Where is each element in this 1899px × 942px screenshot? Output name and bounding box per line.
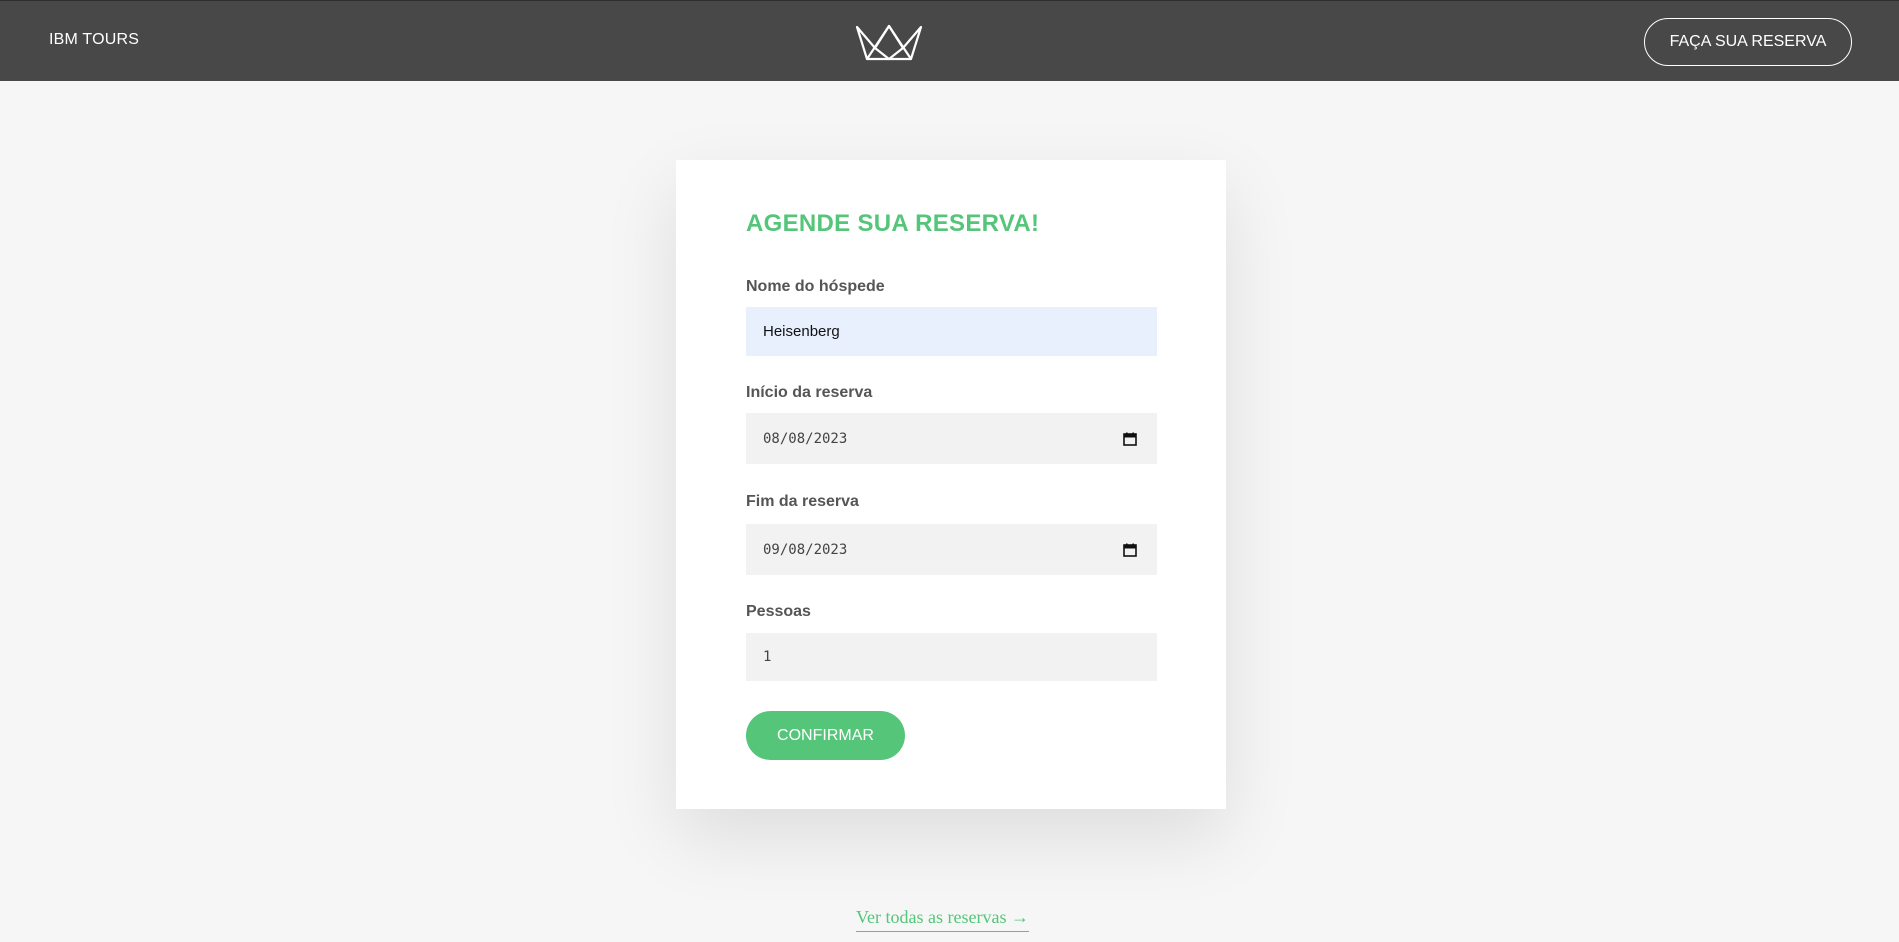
guest-name-label: Nome do hóspede: [746, 278, 885, 295]
start-date-value: 08/08/2023: [763, 430, 848, 447]
calendar-icon[interactable]: [1123, 432, 1137, 446]
end-date-input[interactable]: 09/08/2023: [746, 524, 1157, 575]
start-date-label: Início da reserva: [746, 384, 873, 401]
confirm-button[interactable]: CONFIRMAR: [746, 711, 905, 760]
brand-name[interactable]: IBM TOURS: [49, 31, 139, 49]
make-reservation-button[interactable]: FAÇA SUA RESERVA: [1644, 18, 1852, 66]
top-navbar: IBM TOURS FAÇA SUA RESERVA: [0, 0, 1899, 81]
form-title: AGENDE SUA RESERVA!: [746, 210, 1040, 237]
people-value: 1: [763, 649, 772, 665]
view-all-reservations-link[interactable]: Ver todas as reservas →: [856, 907, 1029, 932]
calendar-icon[interactable]: [1123, 543, 1137, 557]
end-date-value: 09/08/2023: [763, 541, 848, 558]
crown-icon[interactable]: [855, 24, 923, 61]
reservation-card: AGENDE SUA RESERVA! Nome do hóspede Heis…: [676, 160, 1226, 809]
people-input[interactable]: 1: [746, 633, 1157, 681]
guest-name-value: Heisenberg: [763, 323, 840, 340]
guest-name-input[interactable]: Heisenberg: [746, 307, 1157, 356]
end-date-label: Fim da reserva: [746, 493, 859, 510]
people-label: Pessoas: [746, 603, 811, 620]
start-date-input[interactable]: 08/08/2023: [746, 413, 1157, 464]
